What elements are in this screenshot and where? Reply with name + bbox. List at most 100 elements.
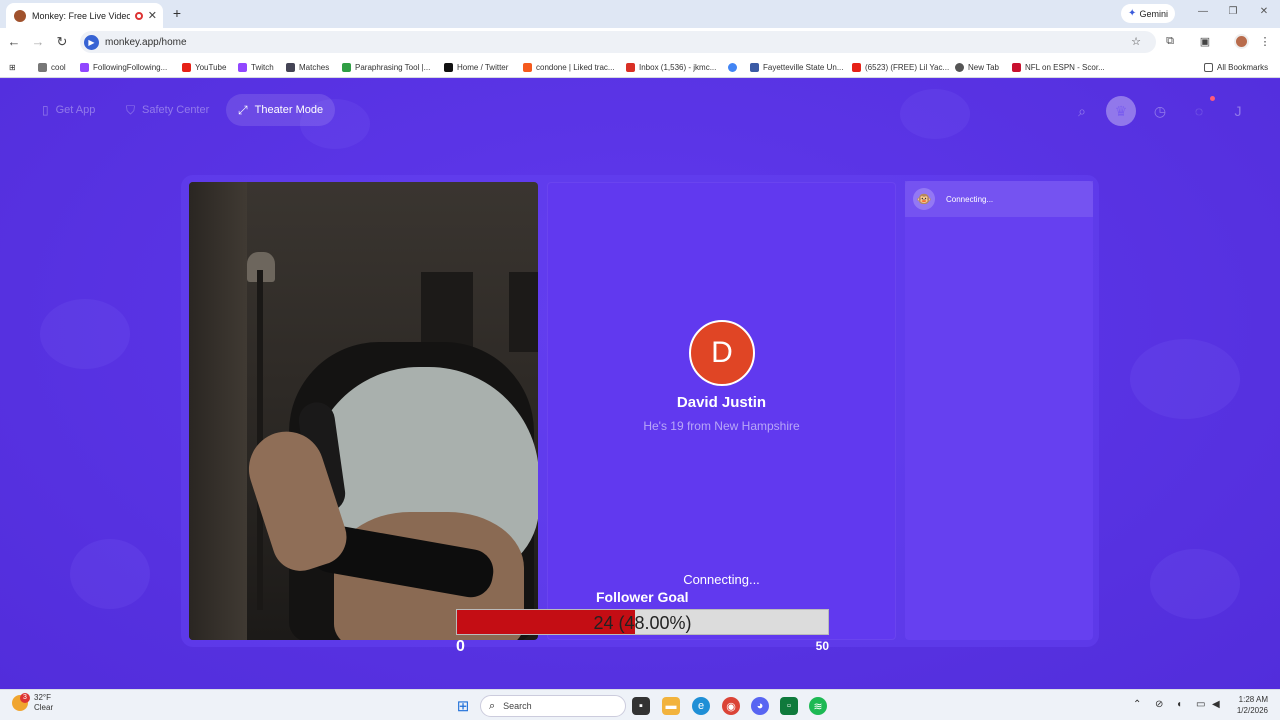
background-blob xyxy=(1150,549,1240,619)
follower-goal-min: 0 xyxy=(456,638,465,655)
university-icon xyxy=(750,62,759,72)
weather-temperature: 32°F xyxy=(34,693,51,702)
partner-connecting-status: Connecting... xyxy=(683,572,760,587)
shield-icon: ⛉ xyxy=(126,102,136,117)
bookmark-item[interactable]: Matches xyxy=(286,61,329,73)
crown-icon[interactable]: ♛ xyxy=(1106,96,1136,126)
matches-icon xyxy=(286,62,295,72)
camera-scene-poster xyxy=(509,272,538,352)
browser-profile-avatar[interactable] xyxy=(1234,34,1249,49)
chat-status: Connecting... xyxy=(946,194,994,204)
bookmark-item[interactable]: condone | Liked trac... xyxy=(523,61,615,73)
phone-icon: ▯ xyxy=(42,103,49,117)
follower-goal-label: 24 (48.00%) xyxy=(593,613,692,633)
twitch-icon xyxy=(238,62,247,72)
back-icon[interactable]: ← xyxy=(6,34,22,50)
tray-chevron-icon[interactable]: ⌃ xyxy=(1133,699,1141,710)
google-icon xyxy=(728,62,737,72)
bookmark-item[interactable]: Fayetteville State Un... xyxy=(750,61,843,73)
partner-description: He's 19 from New Hampshire xyxy=(643,419,800,433)
youtube-icon xyxy=(182,62,191,72)
weather-sun-icon: 3 xyxy=(12,693,30,711)
restore-window-icon[interactable]: ❐ xyxy=(1226,6,1240,17)
display-icon[interactable]: ▭ xyxy=(1196,699,1205,710)
reload-icon[interactable]: ↻ xyxy=(54,34,70,50)
windows-start-icon[interactable]: ⊞ xyxy=(454,697,472,715)
bookmark-item[interactable]: (6523) (FREE) Lil Yac... xyxy=(852,61,949,73)
bookmark-item[interactable]: FollowingFollowing... xyxy=(80,61,167,73)
notification-dot xyxy=(1210,96,1215,101)
safety-center-button[interactable]: ⛉ Safety Center xyxy=(114,94,221,126)
bookmark-item[interactable]: Home / Twitter xyxy=(444,61,508,73)
weather-badge: 3 xyxy=(20,693,30,703)
self-camera-feed xyxy=(189,182,538,640)
browser-menu-icon[interactable]: ⋮ xyxy=(1258,35,1272,48)
bookmark-star-icon[interactable]: ☆ xyxy=(1129,35,1143,48)
bookmark-item[interactable] xyxy=(728,61,741,73)
gemini-button[interactable]: ✦ Gemini xyxy=(1121,4,1175,23)
folder-icon xyxy=(38,62,47,72)
follower-goal-max: 50 xyxy=(815,639,829,653)
get-app-button[interactable]: ▯ Get App xyxy=(30,94,107,126)
browser-tab[interactable]: Monkey: Free Live Video Ch ✕ xyxy=(6,3,163,28)
apps-grid-icon[interactable]: ⊞ xyxy=(9,61,16,73)
app-icon[interactable]: ▫ xyxy=(780,697,798,715)
volume-icon[interactable]: ◀ xyxy=(1212,699,1220,710)
network-icon[interactable]: ⊘ xyxy=(1155,699,1163,710)
monkey-face-icon: 🐵 xyxy=(913,188,935,210)
messages-icon[interactable]: ◌ xyxy=(1184,96,1214,126)
minimize-window-icon[interactable]: — xyxy=(1196,6,1210,17)
chat-header: 🐵 Connecting... xyxy=(905,181,1093,217)
partner-avatar: D xyxy=(689,320,755,386)
bookmark-item[interactable]: Inbox (1,536) - jkmc... xyxy=(626,61,716,73)
gmail-icon xyxy=(626,62,635,72)
bookmark-item[interactable]: cool xyxy=(38,61,66,73)
microphone-icon[interactable]: ◖ xyxy=(1176,699,1182,710)
background-blob xyxy=(900,89,970,139)
forward-icon[interactable]: → xyxy=(30,34,46,50)
taskbar-search[interactable]: ⌕ Search xyxy=(480,695,626,717)
tab-search-icon[interactable]: ▣ xyxy=(1198,35,1212,48)
bookmark-item[interactable]: YouTube xyxy=(182,61,226,73)
edge-icon[interactable]: e xyxy=(692,697,710,715)
search-icon: ⌕ xyxy=(489,699,496,712)
tab-title: Monkey: Free Live Video Ch xyxy=(32,10,130,21)
new-tab-button[interactable]: + xyxy=(170,5,184,21)
paraphrase-icon xyxy=(342,62,351,72)
soundcloud-icon xyxy=(523,62,532,72)
bookmark-item[interactable]: New Tab xyxy=(955,61,999,73)
expand-icon: ⤢ xyxy=(238,102,248,117)
background-blob xyxy=(40,299,130,369)
profile-initial[interactable]: J xyxy=(1223,96,1253,126)
follower-goal-bar: 24 (48.00%) xyxy=(456,609,829,635)
spotify-icon[interactable]: ≋ xyxy=(809,697,827,715)
search-icon[interactable]: ⌕ xyxy=(1067,96,1097,126)
discord-icon[interactable]: ◕ xyxy=(751,697,769,715)
partner-name: David Justin xyxy=(676,394,767,411)
bookmark-item[interactable]: Paraphrasing Tool |... xyxy=(342,61,430,73)
all-bookmarks[interactable]: All Bookmarks xyxy=(1204,61,1268,73)
chat-panel: 🐵 Connecting... xyxy=(905,181,1093,640)
monkey-favicon-icon xyxy=(14,9,26,22)
chrome-icon[interactable]: ◉ xyxy=(722,697,740,715)
close-tab-icon[interactable]: ✕ xyxy=(148,9,157,22)
theater-mode-button[interactable]: ⤢ Theater Mode xyxy=(226,94,336,126)
weather-widget[interactable]: 3 32°F Clear xyxy=(12,693,53,713)
history-icon[interactable]: ◷ xyxy=(1145,96,1175,126)
task-view-icon[interactable]: ▪ xyxy=(632,697,650,715)
bookmark-item[interactable]: NFL on ESPN - Scor... xyxy=(1012,61,1105,73)
extensions-icon[interactable]: ⧉ xyxy=(1163,35,1177,48)
address-bar[interactable]: ▶ monkey.app/home xyxy=(80,31,1156,53)
clock-date: 1/2/2026 xyxy=(1236,706,1268,715)
site-info-icon[interactable]: ▶ xyxy=(84,34,99,50)
x-twitter-icon xyxy=(444,62,453,72)
close-window-icon[interactable]: ✕ xyxy=(1257,6,1271,17)
windows-taskbar: 3 32°F Clear ⊞ ⌕ Search ▪ ▬ e ◉ ◕ ▫ ≋ ⌃ … xyxy=(0,689,1280,720)
globe-icon xyxy=(955,62,964,72)
taskbar-clock[interactable]: 1:28 AM 1/2/2026 xyxy=(1222,694,1268,716)
bookmark-item[interactable]: Twitch xyxy=(238,61,274,73)
file-explorer-icon[interactable]: ▬ xyxy=(662,697,680,715)
espn-icon xyxy=(1012,62,1021,72)
background-blob xyxy=(1130,339,1240,419)
gemini-spark-icon: ✦ xyxy=(1128,8,1137,19)
